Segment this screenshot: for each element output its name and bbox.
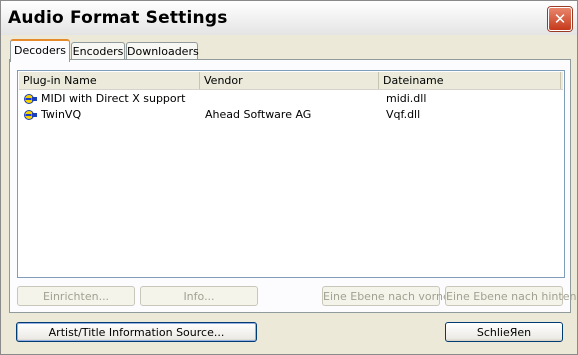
window-title: Audio Format Settings: [8, 8, 228, 28]
plugin-list[interactable]: Plug-in Name Vendor Dateiname MIDI with …: [17, 70, 565, 278]
plugin-name: MIDI with Direct X support: [41, 92, 186, 105]
list-item[interactable]: MIDI with Direct X support midi.dll: [19, 91, 563, 107]
close-button[interactable]: SchlieЯen: [445, 322, 563, 342]
artist-title-source-button[interactable]: Artist/Title Information Source...: [16, 322, 257, 342]
column-header-plugin-name[interactable]: Plug-in Name: [19, 72, 200, 89]
configure-button[interactable]: Einrichten...: [17, 286, 135, 306]
close-icon: ✕: [553, 9, 567, 28]
title-bar[interactable]: Audio Format Settings ✕: [1, 1, 577, 35]
column-header-vendor[interactable]: Vendor: [200, 72, 379, 89]
move-down-button[interactable]: Eine Ebene nach hinten: [445, 286, 576, 306]
plugin-filename: Vqf.dll: [386, 108, 421, 121]
plugin-name: TwinVQ: [41, 108, 82, 121]
decoders-panel: Plug-in Name Vendor Dateiname MIDI with …: [9, 59, 576, 313]
tab-encoders[interactable]: Encoders: [71, 42, 125, 60]
close-window-button[interactable]: ✕: [548, 7, 572, 31]
tab-downloaders[interactable]: Downloaders: [126, 42, 199, 60]
info-button[interactable]: Info...: [140, 286, 258, 306]
column-header-filename[interactable]: Dateiname: [379, 72, 561, 89]
list-item[interactable]: TwinVQ Ahead Software AG Vqf.dll: [19, 107, 563, 123]
move-up-button[interactable]: Eine Ebene nach vorne: [322, 286, 450, 306]
list-header: Plug-in Name Vendor Dateiname: [19, 72, 563, 90]
audio-format-settings-dialog: Audio Format Settings ✕ Decoders Encoder…: [0, 0, 578, 355]
plugin-icon: [24, 94, 37, 104]
plugin-vendor: Ahead Software AG: [205, 108, 312, 121]
plugin-icon: [24, 110, 37, 120]
plugin-filename: midi.dll: [386, 92, 427, 105]
tab-decoders[interactable]: Decoders: [10, 39, 70, 62]
